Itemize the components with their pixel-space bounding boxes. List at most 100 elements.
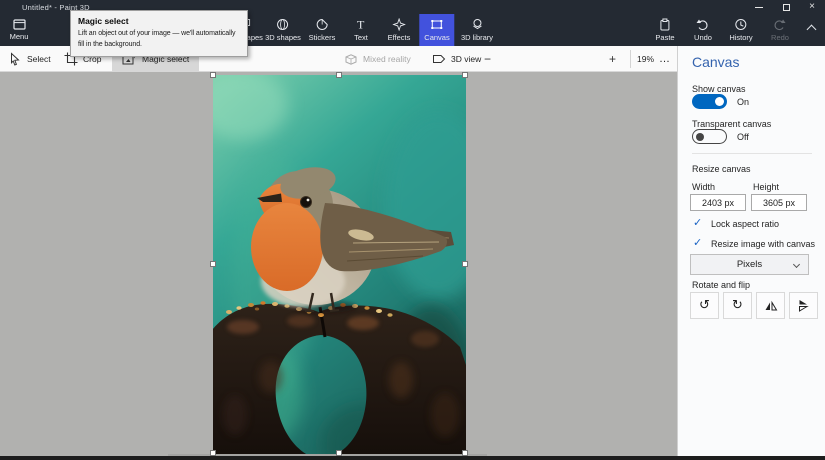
- more-options-button[interactable]: …: [659, 46, 670, 72]
- selection-handle-middle-right[interactable]: [462, 261, 468, 267]
- text-icon: T: [354, 18, 367, 31]
- paste-button[interactable]: Paste: [655, 14, 674, 46]
- maximize-button[interactable]: [774, 0, 798, 14]
- collapse-ribbon-button[interactable]: [808, 26, 815, 33]
- minimize-icon: [755, 7, 763, 8]
- undo-button[interactable]: Undo: [694, 14, 712, 46]
- lock-aspect-checkbox[interactable]: ✓: [693, 216, 702, 229]
- show-canvas-state: On: [737, 97, 749, 107]
- units-value: Pixels: [737, 259, 762, 270]
- action-label: Redo: [771, 33, 789, 42]
- magic-select-tooltip: Magic select Lift an object out of your …: [70, 10, 248, 57]
- redo-icon: [774, 18, 787, 31]
- tab-label: 3D shapes: [265, 33, 301, 42]
- width-input[interactable]: 2403 px: [690, 194, 746, 211]
- 3d-view-label: 3D view: [451, 54, 481, 64]
- action-label: Undo: [694, 33, 712, 42]
- toggle-knob: [696, 133, 704, 141]
- rotate-left-button[interactable]: ↺: [690, 292, 719, 319]
- units-dropdown[interactable]: Pixels: [690, 254, 809, 275]
- selection-handle-middle-left[interactable]: [210, 261, 216, 267]
- transparent-canvas-label: Transparent canvas: [692, 119, 771, 129]
- transparent-canvas-state: Off: [737, 132, 749, 142]
- tooltip-body: Lift an object out of your image — we'll…: [78, 29, 240, 50]
- rotate-flip-heading: Rotate and flip: [692, 280, 750, 290]
- redo-button[interactable]: Redo: [771, 14, 789, 46]
- window-bottom-edge: [0, 456, 825, 460]
- flip-horizontal-button[interactable]: [756, 292, 785, 319]
- flip-vertical-icon: [797, 299, 811, 312]
- 3d-view-button[interactable]: 3D view: [432, 46, 481, 72]
- resize-canvas-heading: Resize canvas: [692, 164, 751, 174]
- select-cursor-icon: [8, 52, 22, 66]
- menu-button[interactable]: Menu: [0, 14, 38, 46]
- tab-3d-library[interactable]: 3D library: [456, 14, 498, 46]
- resize-with-canvas-label: Resize image with canvas: [711, 239, 815, 249]
- select-label: Select: [27, 54, 51, 64]
- tooltip-title: Magic select: [78, 16, 240, 26]
- menu-icon: [13, 19, 26, 30]
- mixed-reality-icon: [344, 53, 358, 66]
- 3d-library-icon: [471, 18, 484, 31]
- action-label: Paste: [655, 33, 674, 42]
- menu-label: Menu: [10, 32, 29, 41]
- close-button[interactable]: ×: [800, 0, 824, 14]
- paste-icon: [659, 18, 672, 31]
- svg-text:T: T: [357, 18, 365, 31]
- rotate-right-icon: ↻: [732, 299, 743, 312]
- effects-icon: [392, 18, 405, 31]
- divider: [692, 153, 812, 154]
- canvas-image[interactable]: [213, 75, 466, 460]
- lock-aspect-label: Lock aspect ratio: [711, 219, 779, 229]
- 3d-view-icon: [432, 53, 446, 65]
- selection-handle-top-center[interactable]: [336, 72, 342, 78]
- divider: [630, 50, 631, 68]
- tab-label: Canvas: [424, 33, 449, 42]
- show-canvas-toggle[interactable]: [692, 94, 727, 109]
- tab-label: Stickers: [309, 33, 336, 42]
- resize-with-canvas-checkbox[interactable]: ✓: [693, 236, 702, 249]
- history-icon: [735, 18, 748, 31]
- zoom-out-button[interactable]: −: [484, 46, 491, 72]
- mixed-reality-label: Mixed reality: [363, 54, 411, 64]
- show-canvas-label: Show canvas: [692, 84, 746, 94]
- chevron-up-icon: [807, 25, 817, 35]
- toggle-knob: [715, 97, 724, 106]
- rotate-left-icon: ↺: [699, 299, 710, 312]
- minimize-button[interactable]: [747, 0, 771, 14]
- paint3d-window: Untitled* - Paint 3D × Menu 2D shapes 3D…: [0, 0, 825, 460]
- rotate-right-button[interactable]: ↻: [723, 292, 752, 319]
- tab-effects[interactable]: Effects: [383, 14, 416, 46]
- height-label: Height: [753, 182, 779, 192]
- transparent-canvas-toggle[interactable]: [692, 129, 727, 144]
- action-label: History: [729, 33, 752, 42]
- width-label: Width: [692, 182, 715, 192]
- canvas-panel: Canvas Show canvas On Transparent canvas…: [678, 46, 825, 460]
- select-tool-button[interactable]: Select: [8, 46, 51, 72]
- tab-label: 3D library: [461, 33, 493, 42]
- zoom-in-button[interactable]: +: [609, 46, 616, 72]
- tab-canvas[interactable]: Canvas: [419, 14, 454, 46]
- minus-icon: −: [484, 52, 491, 66]
- selection-handle-top-left[interactable]: [210, 72, 216, 78]
- maximize-icon: [783, 4, 790, 11]
- undo-icon: [697, 18, 710, 31]
- canvas-icon: [431, 18, 444, 31]
- flip-vertical-button[interactable]: [789, 292, 818, 319]
- ellipsis-icon: …: [659, 53, 670, 65]
- tab-3d-shapes[interactable]: 3D shapes: [260, 14, 306, 46]
- stickers-icon: [315, 18, 328, 31]
- tab-text[interactable]: T Text: [349, 14, 373, 46]
- tab-label: Effects: [388, 33, 411, 42]
- tab-stickers[interactable]: Stickers: [304, 14, 341, 46]
- selection-handle-top-right[interactable]: [462, 72, 468, 78]
- height-input[interactable]: 3605 px: [751, 194, 807, 211]
- chevron-down-icon: [793, 261, 800, 268]
- flip-horizontal-icon: [764, 299, 778, 312]
- plus-icon: +: [609, 52, 616, 66]
- 3d-shapes-icon: [276, 18, 289, 31]
- tab-label: Text: [354, 33, 368, 42]
- close-icon: ×: [809, 2, 815, 12]
- mixed-reality-button[interactable]: Mixed reality: [344, 46, 411, 72]
- history-button[interactable]: History: [729, 14, 752, 46]
